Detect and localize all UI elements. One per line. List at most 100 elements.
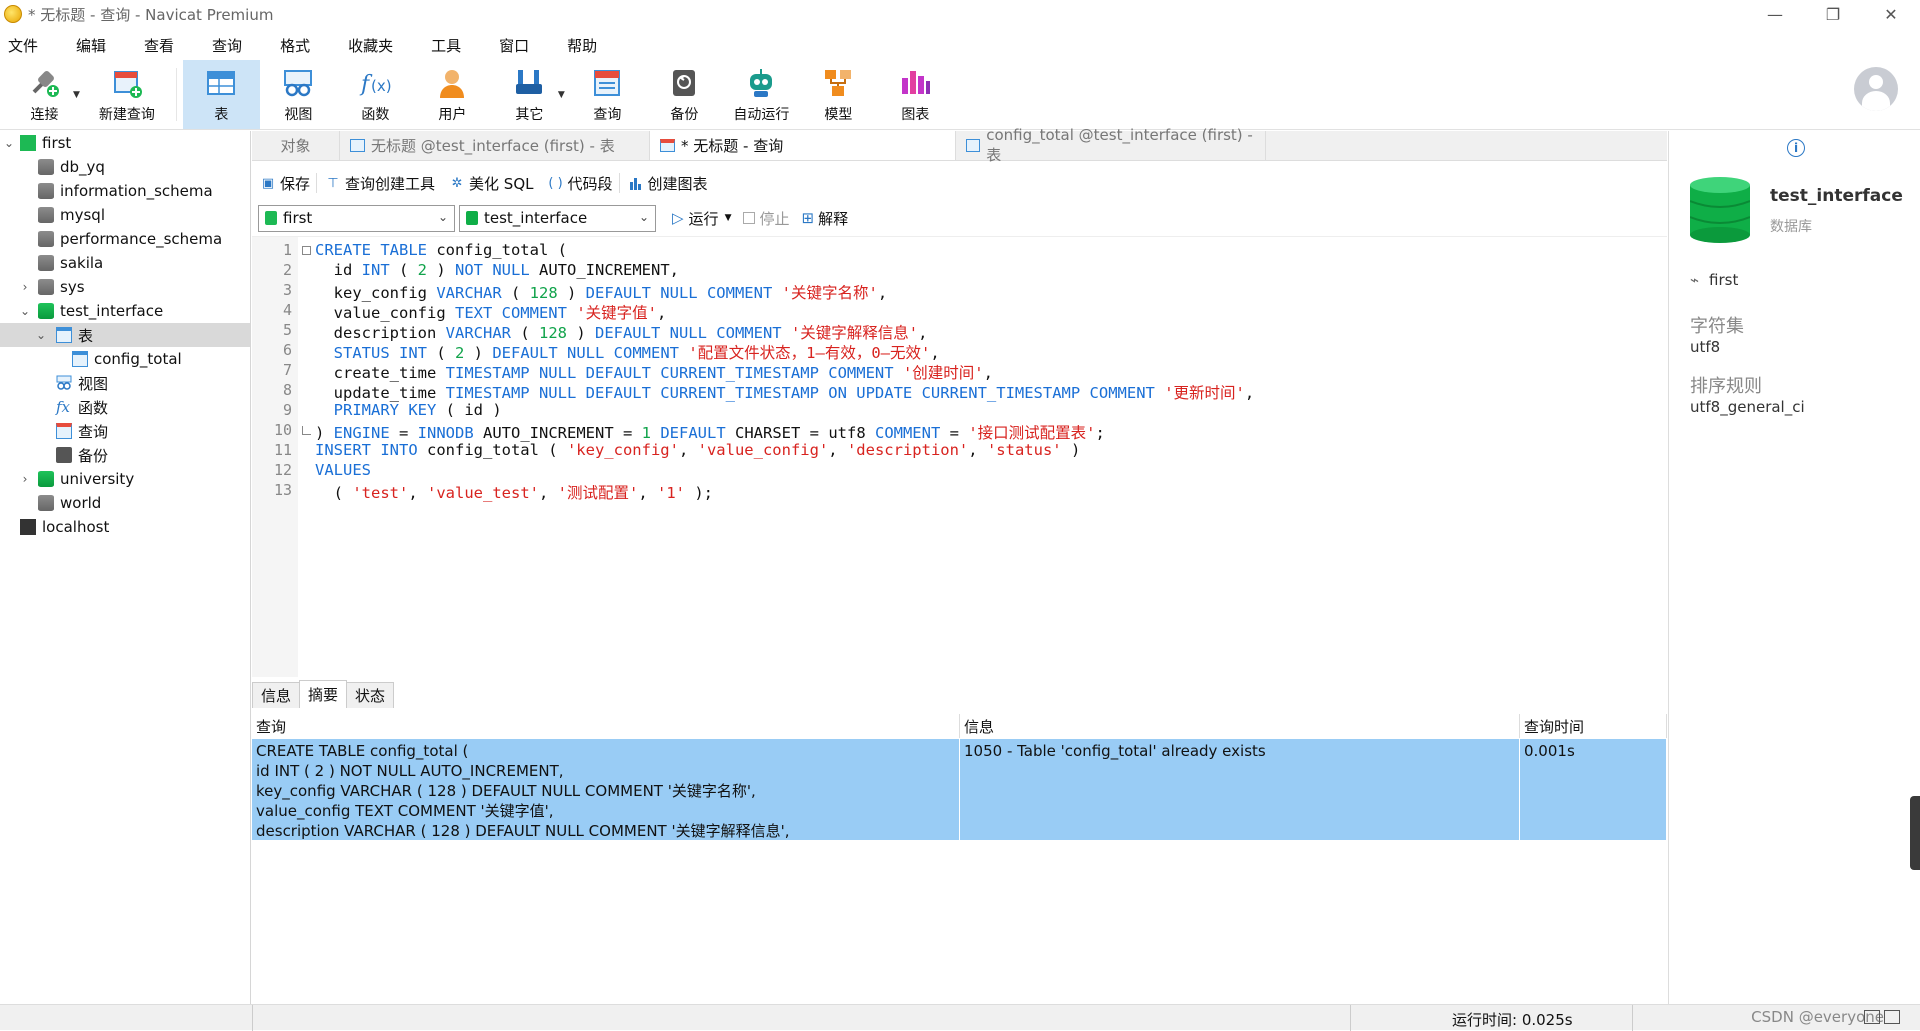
result-cell-time[interactable]: 0.001s bbox=[1520, 739, 1667, 840]
menu-help[interactable]: 帮助 bbox=[559, 35, 609, 56]
menu-query[interactable]: 查询 bbox=[204, 35, 254, 56]
tree-item-localhost[interactable]: localhost bbox=[0, 515, 250, 539]
explain-button[interactable]: ⊞ 解释 bbox=[802, 208, 849, 229]
svg-text:(x): (x) bbox=[371, 77, 392, 95]
line-number: 7 bbox=[282, 361, 292, 379]
tree-item-sys[interactable]: › sys bbox=[0, 275, 250, 299]
menu-view[interactable]: 查看 bbox=[136, 35, 186, 56]
menu-window[interactable]: 窗口 bbox=[491, 35, 541, 56]
create-chart-button[interactable]: 创建图表 bbox=[628, 173, 708, 194]
form-view-icon[interactable] bbox=[1884, 1010, 1900, 1024]
tree-item-backups[interactable]: 备份 bbox=[0, 443, 250, 467]
column-header-query[interactable]: 查询 bbox=[252, 714, 960, 738]
tab-status[interactable]: 状态 bbox=[346, 682, 395, 708]
toolbar-query-button[interactable]: 查询 bbox=[569, 60, 646, 129]
tree-item-first[interactable]: ⌄ first bbox=[0, 131, 250, 155]
code-line[interactable]: ) ENGINE = INNODB AUTO_INCREMENT = 1 DEF… bbox=[315, 421, 1105, 443]
backup-icon bbox=[56, 447, 72, 463]
code-line[interactable]: key_config VARCHAR ( 128 ) DEFAULT NULL … bbox=[315, 281, 888, 303]
toolbar-user-button[interactable]: 用户 bbox=[414, 60, 491, 129]
tree-item-mysql[interactable]: mysql bbox=[0, 203, 250, 227]
tree-item-tables[interactable]: ⌄ 表 bbox=[0, 323, 250, 347]
code-line[interactable]: CREATE TABLE config_total ( bbox=[315, 241, 567, 259]
code-line[interactable]: create_time TIMESTAMP NULL DEFAULT CURRE… bbox=[315, 361, 993, 383]
stop-button[interactable]: 停止 bbox=[743, 208, 790, 229]
toolbar-chart-button[interactable]: 图表 bbox=[877, 60, 954, 129]
connect-dropdown-icon[interactable]: ▼ bbox=[73, 90, 80, 100]
toolbar-automation-label: 自动运行 bbox=[733, 106, 790, 123]
result-cell-query[interactable]: CREATE TABLE config_total ( id INT ( 2 )… bbox=[252, 739, 960, 840]
fold-collapse-icon[interactable] bbox=[302, 246, 311, 255]
toolbar-view-button[interactable]: 视图 bbox=[260, 60, 337, 129]
chevron-down-icon[interactable]: ⌄ bbox=[18, 304, 32, 318]
chevron-down-icon[interactable]: ⌄ bbox=[34, 328, 48, 342]
other-dropdown-icon[interactable]: ▼ bbox=[558, 90, 565, 100]
code-line[interactable]: VALUES bbox=[315, 461, 371, 479]
toolbar-new-query-button[interactable]: 新建查询 bbox=[84, 60, 170, 129]
save-button[interactable]: ▣ 保存 bbox=[260, 173, 310, 194]
code-line[interactable]: INSERT INTO config_total ( 'key_config',… bbox=[315, 441, 1080, 459]
connection-select[interactable]: first ⌄ bbox=[258, 204, 455, 232]
tree-item-queries[interactable]: 查询 bbox=[0, 419, 250, 443]
tree-item-world[interactable]: world bbox=[0, 491, 250, 515]
column-header-time[interactable]: 查询时间 bbox=[1520, 714, 1667, 738]
menu-file[interactable]: 文件 bbox=[0, 35, 50, 56]
code-line[interactable]: ( 'test', 'value_test', '测试配置', '1' ); bbox=[315, 481, 713, 503]
tree-item-test-interface[interactable]: ⌄ test_interface bbox=[0, 299, 250, 323]
tree-item-views[interactable]: 视图 bbox=[0, 371, 250, 395]
line-number: 4 bbox=[282, 301, 292, 319]
run-button[interactable]: ▷ 运行 ▼ bbox=[672, 208, 731, 229]
toolbar-connect-button[interactable]: 连接 bbox=[6, 60, 83, 129]
restore-button[interactable]: ❐ bbox=[1804, 0, 1862, 28]
tree-item-sakila[interactable]: sakila bbox=[0, 251, 250, 275]
line-number: 11 bbox=[273, 441, 292, 459]
tab-untitled-query[interactable]: * 无标题 - 查询 bbox=[650, 131, 956, 160]
database-select[interactable]: test_interface ⌄ bbox=[459, 204, 656, 232]
menu-favorites[interactable]: 收藏夹 bbox=[340, 35, 405, 56]
tab-config-total-table[interactable]: config_total @test_interface (first) - 表 bbox=[956, 126, 1266, 164]
code-line[interactable]: update_time TIMESTAMP NULL DEFAULT CURRE… bbox=[315, 381, 1255, 403]
toolbar-function-button[interactable]: f (x) 函数 bbox=[337, 60, 414, 129]
grid-view-icon[interactable] bbox=[1864, 1010, 1880, 1024]
table-icon bbox=[204, 66, 238, 100]
code-line[interactable]: id INT ( 2 ) NOT NULL AUTO_INCREMENT, bbox=[315, 261, 679, 279]
beautify-sql-button[interactable]: ✲ 美化 SQL bbox=[449, 173, 534, 194]
close-button[interactable]: ✕ bbox=[1862, 0, 1920, 28]
menu-edit[interactable]: 编辑 bbox=[68, 35, 118, 56]
tree-item-db-yq[interactable]: db_yq bbox=[0, 155, 250, 179]
menu-tools[interactable]: 工具 bbox=[423, 35, 473, 56]
user-avatar[interactable] bbox=[1854, 67, 1898, 111]
info-icon[interactable]: i bbox=[1787, 139, 1805, 157]
tree-item-university[interactable]: › university bbox=[0, 467, 250, 491]
chevron-right-icon[interactable]: › bbox=[18, 472, 32, 486]
run-dropdown-icon[interactable]: ▼ bbox=[725, 213, 732, 223]
toolbar-table-button[interactable]: 表 bbox=[182, 60, 260, 129]
tree-item-information-schema[interactable]: information_schema bbox=[0, 179, 250, 203]
tab-summary[interactable]: 摘要 bbox=[299, 680, 348, 708]
menu-format[interactable]: 格式 bbox=[272, 35, 322, 56]
tree-item-performance-schema[interactable]: performance_schema bbox=[0, 227, 250, 251]
tab-objects[interactable]: 对象 bbox=[252, 131, 340, 160]
code-line[interactable]: value_config TEXT COMMENT '关键字值', bbox=[315, 301, 667, 323]
minimize-button[interactable]: — bbox=[1746, 0, 1804, 28]
chevron-right-icon[interactable]: › bbox=[18, 280, 32, 294]
column-header-message[interactable]: 信息 bbox=[960, 714, 1520, 738]
code-line[interactable]: description VARCHAR ( 128 ) DEFAULT NULL… bbox=[315, 321, 928, 343]
tree-item-functions[interactable]: fx 函数 bbox=[0, 395, 250, 419]
toolbar-model-button[interactable]: 模型 bbox=[800, 60, 877, 129]
sql-editor[interactable]: 1 2 3 4 5 6 7 8 9 10 11 12 13 CREATE TABLE config_to… bbox=[252, 236, 1667, 677]
tab-info[interactable]: 信息 bbox=[252, 682, 301, 708]
code-snippet-button[interactable]: ( ) 代码段 bbox=[548, 173, 612, 194]
code-line[interactable]: PRIMARY KEY ( id ) bbox=[315, 401, 502, 419]
tab-untitled-table[interactable]: 无标题 @test_interface (first) - 表 bbox=[340, 131, 650, 160]
side-handle[interactable] bbox=[1910, 796, 1920, 870]
chevron-down-icon[interactable]: ⌄ bbox=[2, 136, 16, 150]
tab-label: 无标题 @test_interface (first) - 表 bbox=[371, 137, 615, 155]
query-builder-button[interactable]: ⊤ 查询创建工具 bbox=[325, 173, 435, 194]
code-line[interactable]: STATUS INT ( 2 ) DEFAULT NULL COMMENT '配… bbox=[315, 341, 940, 363]
result-cell-message[interactable]: 1050 - Table 'config_total' already exis… bbox=[960, 739, 1520, 840]
toolbar-backup-button[interactable]: 备份 bbox=[646, 60, 723, 129]
tree-item-config-total[interactable]: config_total bbox=[0, 347, 250, 371]
toolbar-other-button[interactable]: 其它 bbox=[491, 60, 568, 129]
toolbar-automation-button[interactable]: 自动运行 bbox=[723, 60, 800, 129]
